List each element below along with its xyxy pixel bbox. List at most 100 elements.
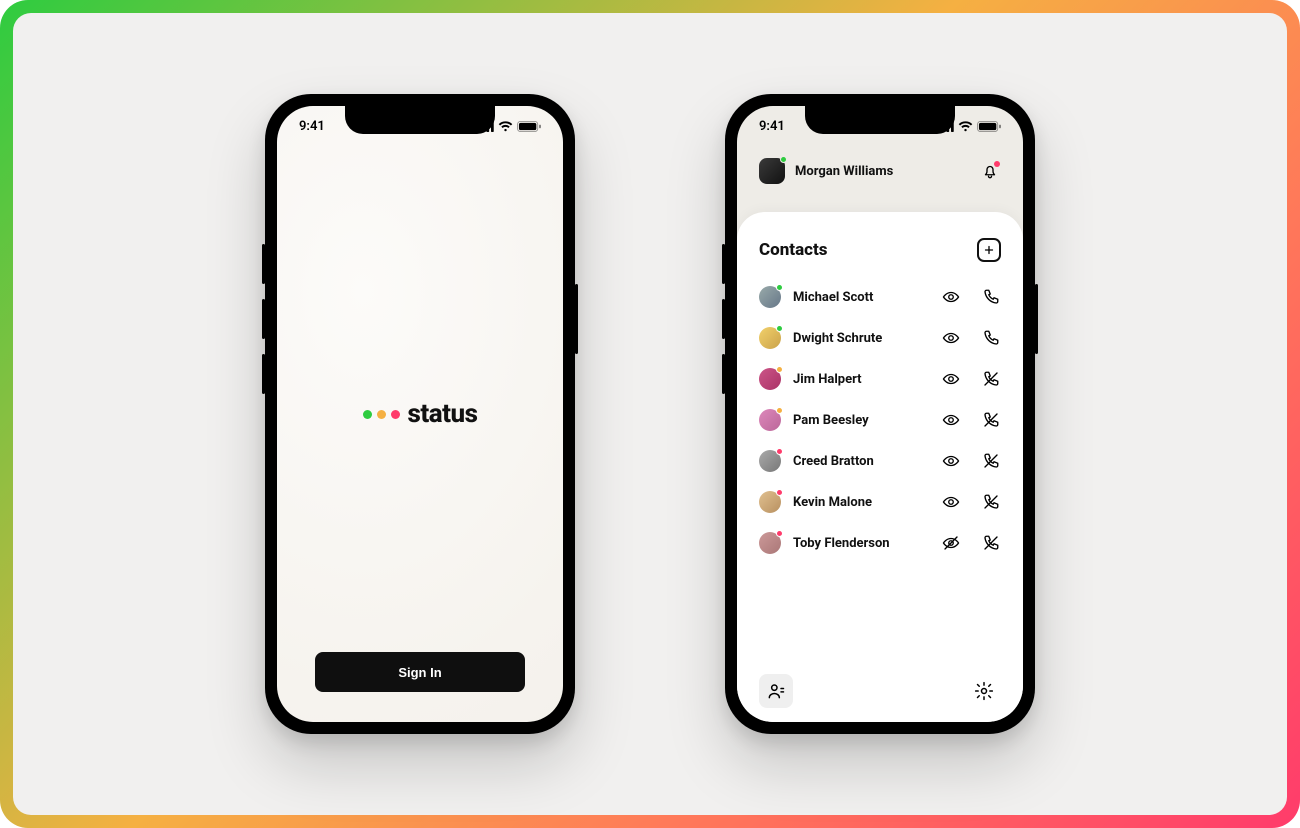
logo-text: status xyxy=(408,399,478,429)
phone-off-icon xyxy=(982,534,1000,552)
statusbar-time: 9:41 xyxy=(299,119,325,134)
app-logo: status xyxy=(363,399,478,429)
logo-dot-yellow xyxy=(377,410,386,419)
eye-icon xyxy=(942,370,960,388)
contact-actions xyxy=(941,287,1001,307)
contact-avatar xyxy=(759,491,781,513)
visibility-button[interactable] xyxy=(941,451,961,471)
contact-actions xyxy=(941,451,1001,471)
contact-name: Jim Halpert xyxy=(793,372,929,387)
contact-name: Toby Flenderson xyxy=(793,536,929,551)
status-dot-icon xyxy=(776,325,783,332)
visibility-button[interactable] xyxy=(941,287,961,307)
visibility-button[interactable] xyxy=(941,328,961,348)
phone-off-icon xyxy=(982,493,1000,511)
status-dot-icon xyxy=(776,489,783,496)
contact-row[interactable]: Pam Beesley xyxy=(759,409,1001,431)
phone-icon xyxy=(982,329,1000,347)
status-dot-icon xyxy=(776,448,783,455)
status-dot-icon xyxy=(776,284,783,291)
contact-name: Creed Bratton xyxy=(793,454,929,469)
contact-avatar xyxy=(759,286,781,308)
eye-icon xyxy=(942,452,960,470)
phone-icon xyxy=(982,288,1000,306)
wifi-icon xyxy=(498,121,513,132)
nav-contacts-button[interactable] xyxy=(759,674,793,708)
logo-dot-green xyxy=(363,410,372,419)
screen-splash: 9:41 status xyxy=(277,106,563,722)
visibility-button[interactable] xyxy=(941,410,961,430)
contact-avatar xyxy=(759,450,781,472)
contacts-screen: Morgan Williams Contacts xyxy=(737,106,1023,722)
contact-avatar xyxy=(759,532,781,554)
contact-row[interactable]: Toby Flenderson xyxy=(759,532,1001,554)
profile-header: Morgan Williams xyxy=(737,158,1023,184)
sign-in-button[interactable]: Sign In xyxy=(315,652,525,692)
contact-name: Dwight Schrute xyxy=(793,331,929,346)
status-dot-icon xyxy=(776,366,783,373)
contact-actions xyxy=(941,410,1001,430)
gradient-frame: 9:41 status xyxy=(0,0,1300,828)
contact-row[interactable]: Kevin Malone xyxy=(759,491,1001,513)
contact-avatar xyxy=(759,409,781,431)
eye-icon xyxy=(942,288,960,306)
call-button[interactable] xyxy=(981,451,1001,471)
visibility-button[interactable] xyxy=(941,369,961,389)
contact-row[interactable]: Jim Halpert xyxy=(759,368,1001,390)
eye-off-icon xyxy=(942,534,960,552)
notification-dot-icon xyxy=(994,161,1000,167)
contact-actions xyxy=(941,369,1001,389)
bottom-nav xyxy=(759,662,1001,708)
contact-row[interactable]: Michael Scott xyxy=(759,286,1001,308)
contact-row[interactable]: Creed Bratton xyxy=(759,450,1001,472)
notifications-button[interactable] xyxy=(979,160,1001,182)
phone-contacts: 9:41 Morgan Williams xyxy=(725,94,1035,734)
contacts-card: Contacts Michael Scott Dwight Schrute Jim … xyxy=(737,212,1023,722)
contacts-card-header: Contacts xyxy=(759,238,1001,262)
logo-dots xyxy=(363,410,400,419)
phone-off-icon xyxy=(982,452,1000,470)
battery-icon xyxy=(517,121,541,132)
me-avatar[interactable] xyxy=(759,158,785,184)
nav-settings-button[interactable] xyxy=(967,674,1001,708)
wifi-icon xyxy=(958,121,973,132)
logo-dot-red xyxy=(391,410,400,419)
phone-off-icon xyxy=(982,370,1000,388)
contact-actions xyxy=(941,328,1001,348)
contact-actions xyxy=(941,533,1001,553)
contact-name: Michael Scott xyxy=(793,290,929,305)
canvas: 9:41 status xyxy=(13,13,1287,815)
contact-row[interactable]: Dwight Schrute xyxy=(759,327,1001,349)
splash-footer: Sign In xyxy=(277,652,563,692)
contact-name: Pam Beesley xyxy=(793,413,929,428)
device-notch xyxy=(805,106,955,134)
status-dot-icon xyxy=(776,407,783,414)
contact-avatar xyxy=(759,327,781,349)
status-dot-icon xyxy=(780,156,787,163)
splash-body: status xyxy=(277,106,563,722)
eye-icon xyxy=(942,411,960,429)
phone-off-icon xyxy=(982,411,1000,429)
battery-icon xyxy=(977,121,1001,132)
contact-avatar xyxy=(759,368,781,390)
eye-icon xyxy=(942,493,960,511)
call-button[interactable] xyxy=(981,328,1001,348)
call-button[interactable] xyxy=(981,410,1001,430)
visibility-button[interactable] xyxy=(941,533,961,553)
call-button[interactable] xyxy=(981,533,1001,553)
call-button[interactable] xyxy=(981,287,1001,307)
eye-icon xyxy=(942,329,960,347)
contacts-title: Contacts xyxy=(759,240,828,260)
status-dot-icon xyxy=(776,530,783,537)
call-button[interactable] xyxy=(981,492,1001,512)
gear-icon xyxy=(974,681,994,701)
call-button[interactable] xyxy=(981,369,1001,389)
add-contact-button[interactable] xyxy=(977,238,1001,262)
screen-contacts: 9:41 Morgan Williams xyxy=(737,106,1023,722)
contacts-icon xyxy=(766,681,786,701)
contact-name: Kevin Malone xyxy=(793,495,929,510)
plus-icon xyxy=(982,243,996,257)
visibility-button[interactable] xyxy=(941,492,961,512)
me-name: Morgan Williams xyxy=(795,164,969,179)
contact-actions xyxy=(941,492,1001,512)
